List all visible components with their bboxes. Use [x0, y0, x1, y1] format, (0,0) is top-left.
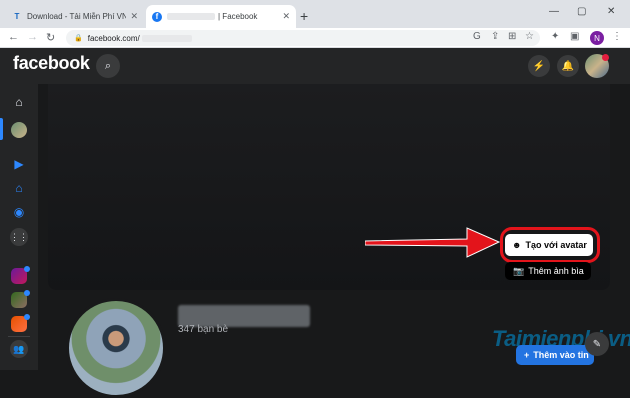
add-to-story-label: Thêm vào tin: [533, 350, 589, 360]
star-icon[interactable]: ☆: [525, 31, 534, 42]
tab-title: | Facebook: [218, 12, 258, 21]
annotation-arrow: [365, 227, 501, 258]
menu-grid-icon[interactable]: ⋮⋮: [10, 228, 28, 246]
group-badge: [24, 266, 30, 272]
close-icon[interactable]: ✕: [282, 11, 290, 22]
plus-icon: +: [524, 350, 530, 360]
reload-button[interactable]: ↻: [46, 31, 55, 44]
tab-facebook[interactable]: f | Facebook ✕: [146, 5, 296, 28]
divider: [8, 336, 30, 337]
forward-button[interactable]: →: [27, 31, 38, 43]
add-to-story-button[interactable]: + Thêm vào tin: [516, 345, 594, 365]
redacted-name: [167, 13, 215, 20]
side-panel-icon[interactable]: ▣: [570, 31, 579, 42]
highlight-ring: [500, 227, 600, 263]
camera-icon: 📷: [513, 265, 525, 276]
address-bar[interactable]: 🔒 facebook.com/: [66, 30, 540, 46]
profile-icon[interactable]: [11, 122, 27, 138]
add-cover-photo-label: Thêm ảnh bìa: [528, 266, 584, 276]
bell-icon[interactable]: 🔔: [557, 55, 579, 77]
taimienphi-favicon-icon: T: [14, 12, 20, 21]
tab-download[interactable]: T Download - Tải Miễn Phí VN - Ph ✕: [6, 5, 144, 28]
group-badge: [24, 290, 30, 296]
close-window-button[interactable]: ✕: [607, 6, 615, 17]
browser-toolbar: ← → ↻ 🔒 facebook.com/ G ⇪ ⊞ ☆ ✦ ▣: [0, 28, 630, 48]
extensions-icon[interactable]: ✦: [551, 31, 559, 42]
friends-count[interactable]: 347 bạn bè: [178, 324, 228, 335]
friends-icon[interactable]: 👥: [10, 340, 28, 358]
gaming-icon[interactable]: ◉: [11, 204, 27, 220]
facebook-header: facebook ⌕ ⚡ 🔔: [0, 48, 630, 84]
group-badge: [24, 314, 30, 320]
messenger-icon[interactable]: ⚡: [528, 55, 550, 77]
install-icon[interactable]: ⊞: [508, 31, 516, 42]
kebab-menu-icon[interactable]: ⋮: [612, 31, 622, 42]
tab-title: Download - Tải Miễn Phí VN - Ph: [27, 12, 127, 21]
url-text: facebook.com/: [87, 33, 140, 43]
left-rail: ⌂ ▶ ⌂ ◉ ⋮⋮ 👥: [0, 84, 38, 370]
browser-profile-avatar[interactable]: N: [590, 31, 604, 45]
watch-icon[interactable]: ▶: [11, 156, 27, 172]
maximize-button[interactable]: ▢: [577, 6, 586, 17]
lock-icon: 🔒: [74, 35, 83, 42]
new-tab-button[interactable]: +: [300, 8, 308, 24]
add-cover-photo-button[interactable]: 📷 Thêm ảnh bìa: [505, 262, 591, 280]
profile-picture[interactable]: [66, 298, 166, 398]
facebook-logo[interactable]: facebook: [13, 53, 90, 74]
tab-bar: T Download - Tải Miễn Phí VN - Ph ✕ f | …: [0, 0, 630, 28]
redacted-url: [141, 34, 192, 42]
facebook-favicon-icon: f: [152, 11, 162, 22]
notification-dot: [602, 54, 609, 61]
close-icon[interactable]: ✕: [130, 11, 138, 22]
search-icon[interactable]: ⌕: [96, 54, 120, 78]
back-button[interactable]: ←: [8, 31, 19, 43]
active-indicator: [0, 118, 3, 140]
edit-profile-icon[interactable]: ✎: [585, 332, 609, 356]
marketplace-icon[interactable]: ⌂: [11, 180, 27, 196]
share-icon[interactable]: ⇪: [491, 31, 499, 42]
google-icon[interactable]: G: [473, 31, 481, 42]
home-icon[interactable]: ⌂: [11, 94, 27, 110]
minimize-button[interactable]: —: [549, 6, 559, 17]
